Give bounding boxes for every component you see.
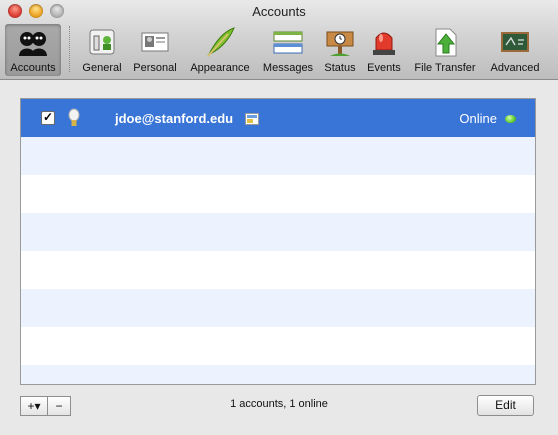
appearance-feather-icon	[207, 27, 235, 57]
online-status-icon	[505, 115, 516, 123]
empty-row	[21, 365, 535, 384]
toolbar-status[interactable]: Status	[320, 24, 360, 76]
empty-row	[21, 327, 535, 365]
toolbar-appearance[interactable]: Appearance	[186, 24, 254, 76]
toolbar-personal[interactable]: Personal	[130, 24, 180, 76]
account-card-icon	[245, 113, 259, 125]
account-name: jdoe@stanford.edu	[115, 111, 234, 126]
empty-row	[21, 137, 535, 175]
empty-row	[21, 213, 535, 251]
empty-row	[21, 251, 535, 289]
empty-row	[21, 289, 535, 327]
empty-row	[21, 175, 535, 213]
personal-icon	[141, 32, 169, 52]
general-icon	[89, 29, 115, 55]
events-siren-icon	[373, 32, 395, 55]
toolbar-label: Appearance	[190, 62, 250, 74]
messages-icon	[273, 31, 303, 54]
toolbar-file-transfer[interactable]: File Transfer	[408, 24, 482, 76]
account-status: Online	[459, 111, 497, 126]
toolbar-label: Events	[367, 62, 401, 74]
file-transfer-icon	[435, 28, 457, 57]
toolbar-label: Messages	[262, 62, 314, 74]
toolbar-general[interactable]: General	[80, 24, 124, 76]
accounts-list[interactable]: ✓ jdoe@stanford.edu Online	[20, 98, 536, 385]
toolbar-events[interactable]: Events	[364, 24, 404, 76]
toolbar-label: Personal	[133, 62, 177, 74]
toolbar-advanced[interactable]: Advanced	[486, 24, 544, 76]
toolbar-accounts[interactable]: Accounts	[5, 24, 61, 76]
toolbar-label: Advanced	[490, 62, 540, 74]
window-toolbar: Accounts Accounts General Personal Appea…	[0, 0, 558, 80]
window-title: Accounts	[252, 4, 306, 19]
toolbar-label: Accounts	[10, 62, 56, 74]
advanced-chalkboard-icon	[501, 32, 529, 52]
toolbar-messages[interactable]: Messages	[259, 24, 317, 76]
accounts-icon	[19, 32, 47, 56]
status-sign-icon	[326, 31, 354, 56]
account-row[interactable]: ✓ jdoe@stanford.edu Online	[21, 99, 535, 137]
toolbar-separator	[69, 26, 70, 72]
toolbar-label: General	[82, 62, 122, 74]
account-enabled-checkbox[interactable]: ✓	[41, 111, 55, 125]
service-lightbulb-icon	[68, 108, 80, 126]
accounts-summary: 1 accounts, 1 online	[230, 398, 328, 410]
toolbar-label: File Transfer	[414, 62, 476, 74]
edit-account-button[interactable]: Edit	[477, 395, 534, 416]
toolbar-label: Status	[324, 62, 356, 74]
